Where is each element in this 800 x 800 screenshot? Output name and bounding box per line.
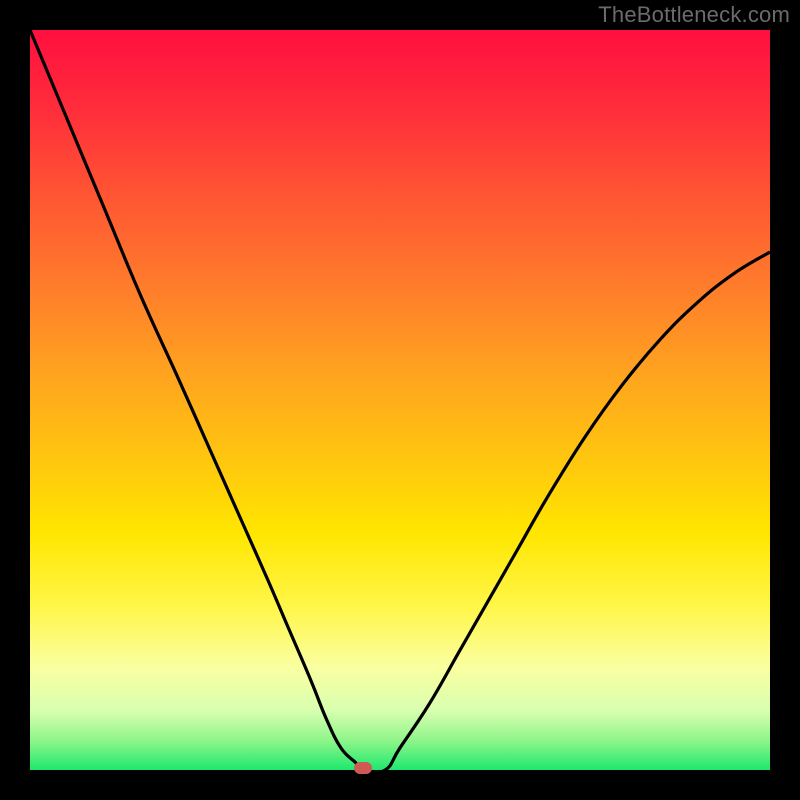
chart-frame: TheBottleneck.com (0, 0, 800, 800)
watermark-text: TheBottleneck.com (598, 2, 790, 28)
plot-area (30, 30, 770, 770)
curve-path (30, 30, 770, 772)
optimal-marker (354, 762, 372, 774)
bottleneck-curve (30, 30, 770, 770)
